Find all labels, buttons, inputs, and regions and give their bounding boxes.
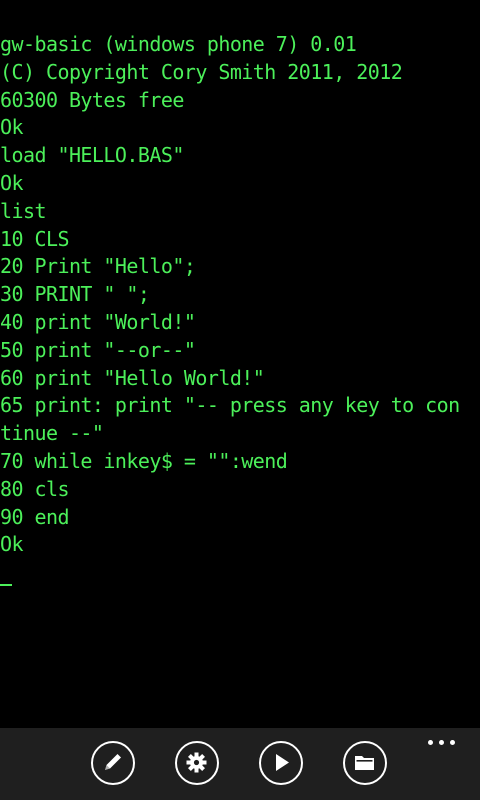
terminal-line: 70 while inkey$ = "":wend — [0, 448, 288, 473]
terminal-line: 80 cls — [0, 476, 70, 501]
terminal-line: 30 PRINT " "; — [0, 282, 150, 307]
terminal-line: load "HELLO.BAS" — [0, 143, 184, 168]
terminal-line: 10 CLS — [0, 226, 70, 251]
terminal-screen[interactable]: gw-basic (windows phone 7) 0.01 (C) Copy… — [0, 0, 480, 728]
text-cursor — [0, 584, 12, 586]
settings-button[interactable] — [175, 741, 219, 785]
terminal-line: 20 Print "Hello"; — [0, 254, 196, 279]
edit-button[interactable] — [91, 741, 135, 785]
ellipsis-icon[interactable] — [428, 738, 456, 746]
terminal-line: list — [0, 198, 47, 223]
terminal-output: gw-basic (windows phone 7) 0.01 (C) Copy… — [0, 31, 480, 559]
terminal-line: 50 print "--or--" — [0, 337, 196, 362]
terminal-line: 90 end — [0, 504, 70, 529]
run-button[interactable] — [259, 741, 303, 785]
terminal-line: 40 print "World!" — [0, 309, 196, 334]
terminal-line: 60 print "Hello World!" — [0, 365, 265, 390]
terminal-line: Ok — [0, 115, 24, 140]
terminal-line: 65 print: print "-- press any key to con — [0, 393, 460, 418]
application-bar — [0, 728, 480, 800]
terminal-line: Ok — [0, 532, 24, 557]
terminal-line: 60300 Bytes free — [0, 87, 184, 112]
terminal-line: Ok — [0, 170, 24, 195]
terminal-line: tinue --" — [0, 421, 104, 446]
open-folder-button[interactable] — [343, 741, 387, 785]
terminal-line: (C) Copyright Cory Smith 2011, 2012 — [0, 59, 403, 84]
terminal-line: gw-basic (windows phone 7) 0.01 — [0, 32, 357, 56]
